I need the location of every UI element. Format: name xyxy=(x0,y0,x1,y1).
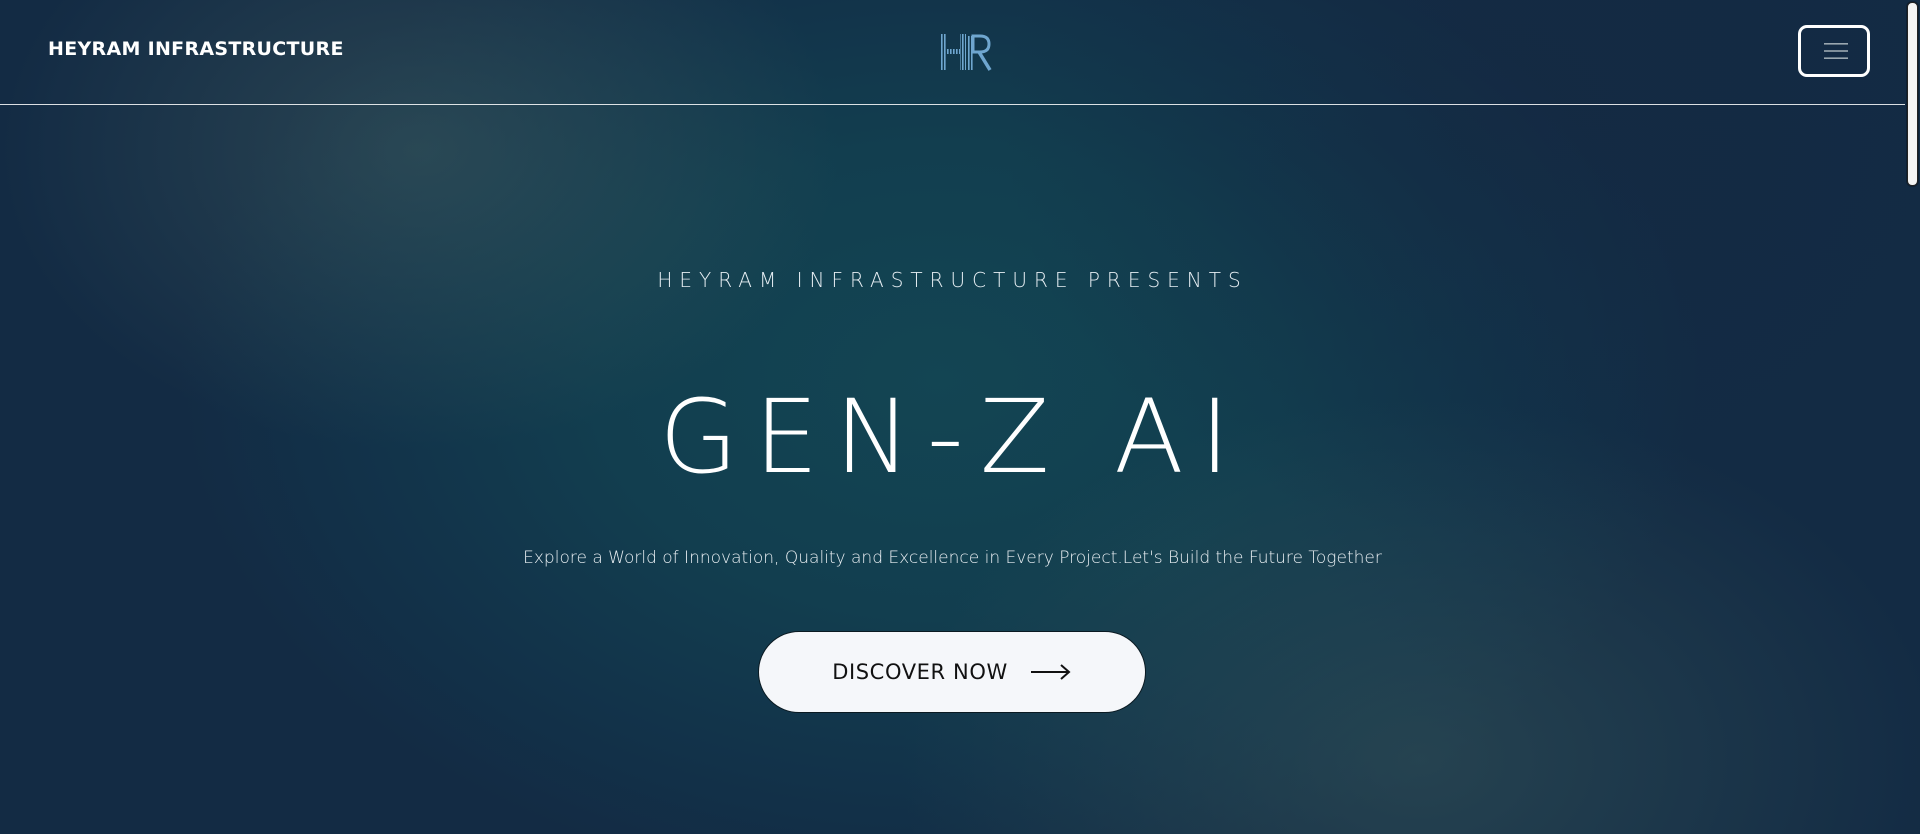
hero-section: HEYRAM INFRASTRUCTURE PRESENTS GEN-Z AI … xyxy=(0,0,1905,834)
arrow-right-icon xyxy=(1030,664,1071,680)
discover-now-label: DISCOVER NOW xyxy=(832,660,1008,684)
hero-tagline: Explore a World of Innovation, Quality a… xyxy=(523,548,1382,568)
scrollbar-thumb[interactable] xyxy=(1907,2,1918,186)
discover-now-button[interactable]: DISCOVER NOW xyxy=(758,631,1146,713)
hero-headline: GEN-Z AI xyxy=(659,378,1246,497)
page-scrollbar[interactable] xyxy=(1905,0,1920,834)
hero-eyebrow: HEYRAM INFRASTRUCTURE PRESENTS xyxy=(657,268,1248,292)
